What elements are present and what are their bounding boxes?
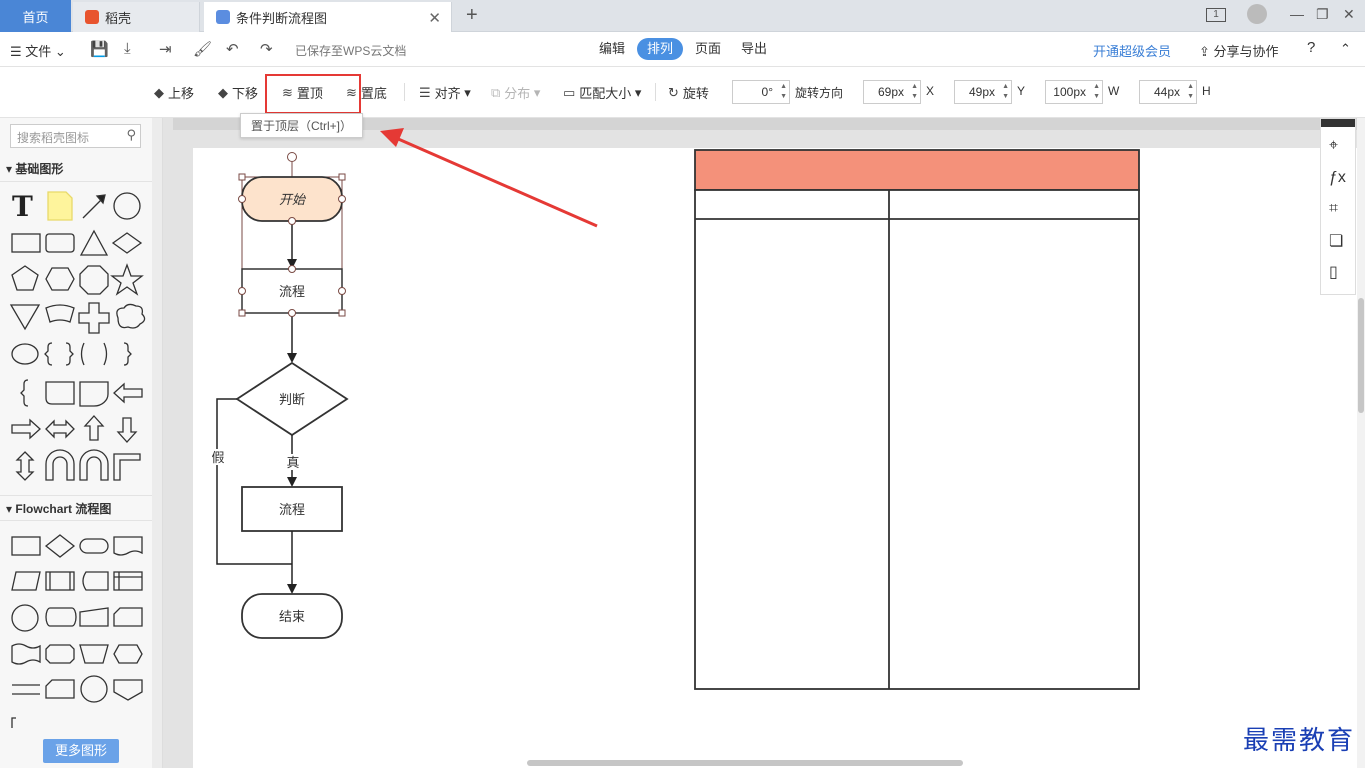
table-body[interactable]: [694, 189, 1140, 690]
false-label: 假: [211, 450, 224, 465]
annotation-arrow-line: [395, 136, 598, 228]
watermark: 最需教育: [1243, 726, 1356, 756]
right-toolbar: ⌖ ƒx ⌗ ❏ ▯: [1320, 118, 1356, 295]
start-node-label: 开始: [279, 192, 306, 207]
annotation-arrow-head: [380, 128, 404, 147]
true-label: 真: [286, 455, 299, 470]
formula-icon[interactable]: ƒx: [1329, 169, 1346, 187]
table-header[interactable]: [694, 149, 1140, 191]
diagram-layer: 开始 流程 判断 真 假 流程 结束: [209, 128, 1140, 690]
decision-node-label: 判断: [279, 392, 305, 407]
rotation-handle[interactable]: [287, 152, 297, 162]
end-node-label: 结束: [279, 609, 305, 624]
page-icon[interactable]: ▯: [1329, 262, 1338, 282]
vertical-scroll-thumb[interactable]: [1358, 298, 1364, 413]
right-toolbar-header: [1321, 119, 1355, 127]
vertical-scrollbar[interactable]: [1357, 118, 1365, 768]
pages-icon[interactable]: ❏: [1329, 231, 1343, 251]
move-icon[interactable]: ⌖: [1329, 137, 1338, 155]
crop-icon[interactable]: ⌗: [1329, 200, 1338, 218]
annotation-highlight: [265, 74, 361, 114]
bring-to-top-tooltip: 置于顶层（Ctrl+]）: [240, 113, 364, 138]
process-node-1-label: 流程: [279, 284, 305, 299]
horizontal-scroll-thumb[interactable]: [527, 760, 963, 766]
process-node-2-label: 流程: [279, 502, 305, 517]
